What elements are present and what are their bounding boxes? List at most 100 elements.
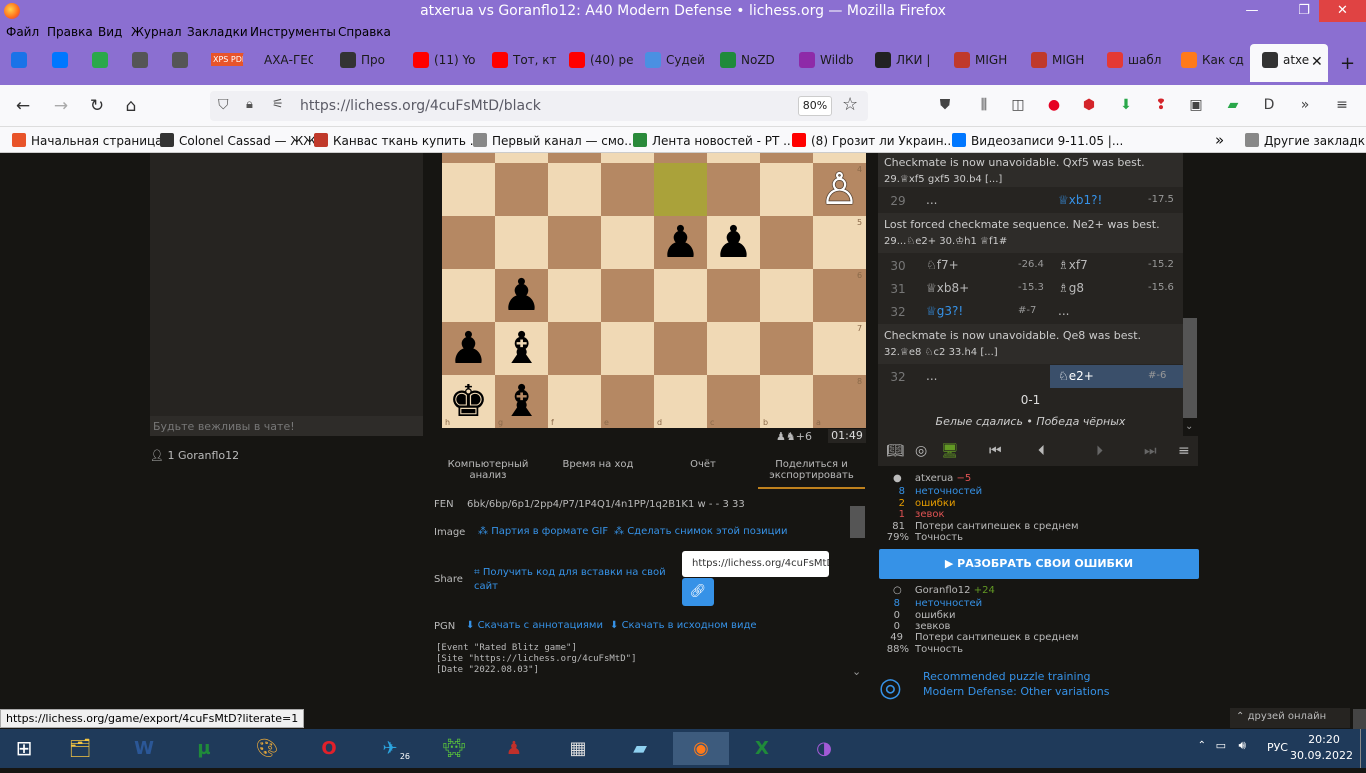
firefox-taskbar-icon[interactable]: ◉ [673,732,729,765]
browser-tab[interactable]: шабл [1107,52,1177,76]
black-player-row[interactable]: ○ Goranflo12 +24 [893,585,995,596]
menu-tools[interactable]: Инструменты [250,25,336,39]
board-square[interactable] [495,163,548,216]
board-square[interactable] [760,269,813,322]
pgn-annotated-link[interactable]: ⬇ Скачать с аннотациями [466,620,603,631]
board-square[interactable] [654,153,707,163]
white-move[interactable]: ♕g3?! [926,304,963,318]
bookmark-star-icon[interactable]: ☆ [842,94,858,115]
black-pawn-icon[interactable]: ♟ [654,216,707,269]
chat-input[interactable]: Будьте вежливы в чате! [150,416,423,436]
target-icon[interactable]: ◎ [915,443,927,459]
share-url-field[interactable]: https://lichess.org/4cuFsMtD [682,551,829,577]
new-tab-icon[interactable]: + [1340,53,1355,77]
black-inaccuracies-label[interactable]: неточностей [915,598,982,609]
browser-tab[interactable]: ЛКИ | [875,52,945,76]
menu-help[interactable]: Справка [338,25,391,39]
menu-file[interactable]: Файл [6,25,39,39]
white-move[interactable]: ♕xb8+ [926,281,969,295]
board-square[interactable] [495,153,548,163]
white-player-name[interactable]: atxerua [915,473,953,484]
computer-icon[interactable]: 🖥︎ [941,443,959,459]
board-square[interactable] [707,322,760,375]
snapshot-link[interactable]: ⁂ Сделать снимок этой позиции [614,526,787,537]
board-square[interactable] [548,269,601,322]
learn-from-mistakes-button[interactable]: ▶ РАЗОБРАТЬ СВОИ ОШИБКИ [879,549,1199,579]
comment-line[interactable]: 32.♕e8 ♘c2 33.h4 [...] [884,344,1177,361]
menu-history[interactable]: Журнал [131,25,182,39]
close-tab-icon[interactable]: ✕ [1311,54,1323,78]
browser-tab[interactable]: АХА-ГЕСТ [243,52,313,76]
reload-icon[interactable]: ↻ [86,95,108,117]
black-move[interactable]: ... [1058,304,1069,318]
puzzle-title[interactable]: Recommended puzzle training [923,670,1091,683]
board-square[interactable] [601,153,654,163]
board-square[interactable] [760,153,813,163]
notes-app-icon[interactable]: ▰ [618,732,662,765]
board-square[interactable] [707,153,760,163]
board-square[interactable] [707,163,760,216]
pinterest-icon[interactable]: ● [1045,96,1063,114]
browser-tab[interactable]: (40) ре [569,52,639,76]
browser-tab[interactable]: (11) Yo [413,52,483,76]
black-player-name[interactable]: Goranflo12 [915,585,971,596]
scroll-down-icon[interactable]: ⌄ [1185,421,1193,432]
pocket-icon[interactable]: ⛊ [936,96,954,114]
board-square[interactable] [548,163,601,216]
back-icon[interactable]: ← [12,95,34,117]
comment-line[interactable]: 29.♕xf5 gxf5 30.b4 [...] [884,171,1177,188]
bookmark-item[interactable]: Видеозаписи 9-11.05 |... [952,133,1123,148]
board-square[interactable] [813,153,866,163]
paint-icon[interactable]: 🎨︎ [245,732,289,765]
menu-bookmarks[interactable]: Закладки [187,25,248,39]
media-app-icon[interactable]: ◑ [802,732,846,765]
forward-icon[interactable]: → [50,95,72,117]
black-pawn-icon[interactable]: ♟ [707,216,760,269]
bookmark-item[interactable]: Канвас ткань купить ... [314,133,481,148]
menu-edit[interactable]: Правка [47,25,93,39]
fen-string[interactable]: 6bk/6bp/6p1/2pp4/P7/1P4Q1/4n1PP/1q2B1K1 … [467,499,745,510]
comment-line[interactable]: 29...♘e2+ 30.♔h1 ♕f1# [884,233,1177,250]
checkerboard-app-icon[interactable]: ▦ [556,732,600,765]
black-move[interactable]: ♘e2+ [1058,369,1094,383]
pgn-raw-link[interactable]: ⬇ Скачать в исходном виде [610,620,757,631]
browser-tab[interactable]: MIGH [954,52,1024,76]
chess-board[interactable]: ♚♙♙♟♟♟♟♝♚♝45678hgfedcba [442,153,866,428]
bookmark-item[interactable]: Другие закладки [1245,133,1366,148]
board-square[interactable] [601,163,654,216]
board-square[interactable] [442,269,495,322]
white-blunders-label[interactable]: зевок [915,509,945,520]
download-ext-icon[interactable]: ⬇ [1117,96,1135,114]
board-square[interactable] [760,163,813,216]
browser-tab[interactable]: Wildb [799,52,869,76]
embed-link[interactable]: ⌗ Получить код для вставки на свой сайт [474,566,674,594]
board-square[interactable] [548,216,601,269]
prev-move-icon[interactable]: ⏴ [1038,443,1045,459]
extension-d-icon[interactable]: D [1260,96,1278,114]
last-move-icon[interactable]: ⏭ [1144,443,1157,459]
board-square[interactable] [707,269,760,322]
network-icon[interactable]: ▭ [1216,739,1226,752]
telegram-icon[interactable]: ✈ 26 [368,732,412,765]
restore-button[interactable]: ❐ [1284,0,1324,22]
black-move[interactable]: ♕xb1?! [1058,193,1102,207]
black-bishop-icon[interactable]: ♝ [495,322,548,375]
close-window-button[interactable]: ✕ [1319,0,1366,22]
lock-icon[interactable]: 🔒︎ [246,97,253,112]
browser-tab[interactable]: Как сд [1181,52,1251,76]
white-move[interactable]: ... [926,193,937,207]
home-icon[interactable]: ⌂ [120,95,142,117]
tab-share-export[interactable]: Поделиться и экспортировать [758,459,865,489]
black-pawn-icon[interactable]: ♟ [442,322,495,375]
show-desktop-button[interactable] [1360,729,1366,768]
board-square[interactable] [760,322,813,375]
url-text[interactable]: https://lichess.org/4cuFsMtD/black [300,98,541,114]
tools-scrollbar[interactable] [850,506,865,538]
extension-green-icon[interactable]: ▰ [1224,96,1242,114]
black-pawn-icon[interactable]: ♟ [495,269,548,322]
bookmark-item[interactable]: (8) Грозит ли Украин... [792,133,955,148]
volume-icon[interactable]: 🔊︎ [1238,738,1246,753]
white-move[interactable]: ♘f7+ [926,258,959,272]
bookmark-item[interactable]: Первый канал — смо... [473,133,636,148]
adblock-icon[interactable]: ⬢ [1080,96,1098,114]
